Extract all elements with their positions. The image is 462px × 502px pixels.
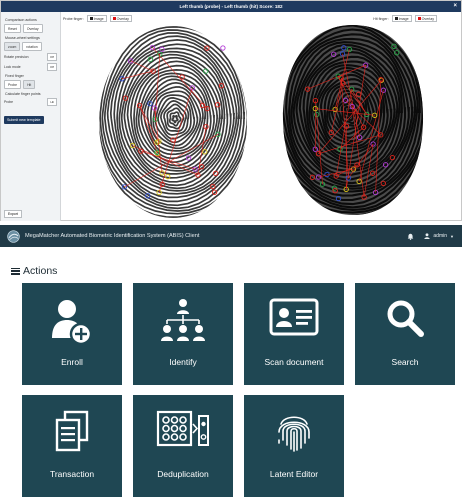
probe-finger-label: Probe finger: — [63, 16, 84, 21]
reset-button[interactable]: Reset — [4, 24, 21, 33]
enroll-label: Enroll — [61, 357, 83, 367]
user-menu[interactable]: admin ▼ — [424, 233, 454, 239]
comparison-titlebar: Left thumb (probe) - Left thumb (hit) Sc… — [1, 1, 461, 12]
identify-tile[interactable]: Identify — [133, 283, 233, 385]
hit-image-label: Image — [398, 16, 409, 21]
ridge-line — [168, 111, 182, 127]
fixed-hit-button[interactable]: Hit — [23, 80, 36, 89]
scan-document-label: Scan document — [264, 357, 324, 367]
submit-template-button[interactable]: Submit new template — [4, 116, 44, 124]
overlay-button[interactable]: Overlay — [22, 24, 43, 33]
rotate-precision-toggle[interactable]: Off — [47, 53, 57, 61]
minutia-marker — [220, 45, 226, 51]
zoom-button[interactable]: zoom — [4, 42, 21, 51]
image-swatch-icon — [394, 17, 398, 20]
actions-title: Actions — [23, 265, 58, 277]
hit-fingerprint-image[interactable] — [278, 21, 428, 219]
chevron-down-icon: ▼ — [450, 233, 454, 239]
calc-hit-toggle[interactable]: Hit — [47, 98, 57, 106]
lock-mode-toggle[interactable]: Off — [47, 63, 57, 71]
transaction-tile[interactable]: Transaction — [22, 395, 122, 497]
fingerprint-icon — [278, 416, 310, 452]
actions-heading: Actions — [11, 265, 57, 277]
search-label: Search — [391, 357, 419, 367]
deduplication-icon — [156, 410, 209, 447]
deduplication-label: Deduplication — [157, 469, 209, 479]
probe-fingerprint-image[interactable] — [93, 19, 253, 219]
calc-probe-label: Probe — [4, 100, 14, 104]
user-icon — [424, 233, 431, 239]
enroll-tile[interactable]: Enroll — [22, 283, 122, 385]
deduplication-tile[interactable]: Deduplication — [133, 395, 233, 497]
fixed-probe-button[interactable]: Probe — [4, 80, 22, 89]
identify-label: Identify — [169, 357, 197, 367]
ridge-line — [171, 114, 179, 124]
identify-hierarchy-icon — [161, 299, 205, 341]
comparison-title: Left thumb (probe) - Left thumb (hit) Sc… — [179, 4, 283, 9]
calc-probe-row: Probe Hit — [4, 98, 57, 106]
navbar-right: admin ▼ — [407, 233, 454, 240]
top-navbar: MegaMatcher Automated Biometric Identifi… — [0, 225, 462, 247]
menu-icon — [11, 267, 20, 275]
app-title: MegaMatcher Automated Biometric Identifi… — [25, 233, 200, 239]
lock-mode-row: Lock mode Off — [4, 63, 57, 71]
scan-document-tile[interactable]: Scan document — [244, 283, 344, 385]
export-button[interactable]: Export — [4, 210, 22, 218]
fingerprint-comparison-window: Left thumb (probe) - Left thumb (hit) Sc… — [0, 0, 462, 221]
abis-client: MegaMatcher Automated Biometric Identifi… — [0, 225, 462, 502]
overlay-swatch-icon — [417, 17, 421, 20]
bell-icon[interactable] — [407, 233, 414, 240]
rotate-precision-row: Rotate precision Off — [4, 53, 57, 61]
comparison-settings-panel: Comparison actions Reset Overlay Mouse-w… — [1, 12, 61, 221]
search-tile[interactable]: Search — [355, 283, 455, 385]
comparison-actions-heading: Comparison actions — [5, 18, 37, 22]
fixed-finger-heading: Fixed finger — [5, 74, 24, 78]
megamatcher-logo-icon — [7, 230, 20, 243]
mouse-wheel-heading: Mouse-wheel settings — [5, 36, 40, 40]
search-icon — [387, 300, 424, 337]
latent-editor-tile[interactable]: Latent Editor — [244, 395, 344, 497]
hit-overlay-label: Overlay — [421, 16, 434, 21]
id-card-icon — [269, 298, 319, 336]
latent-editor-label: Latent Editor — [269, 469, 319, 479]
enroll-user-plus-icon — [52, 300, 93, 346]
user-name: admin — [433, 233, 448, 239]
rotation-button[interactable]: rotation — [22, 42, 42, 51]
hit-finger-label: Hit finger: — [373, 16, 389, 21]
lock-mode-label: Lock mode — [4, 65, 21, 69]
documents-icon — [55, 410, 89, 452]
close-icon[interactable]: × — [453, 2, 457, 10]
transaction-label: Transaction — [49, 469, 95, 479]
rotate-precision-label: Rotate precision — [4, 55, 29, 59]
calculate-points-heading: Calculate finger points — [5, 92, 41, 96]
